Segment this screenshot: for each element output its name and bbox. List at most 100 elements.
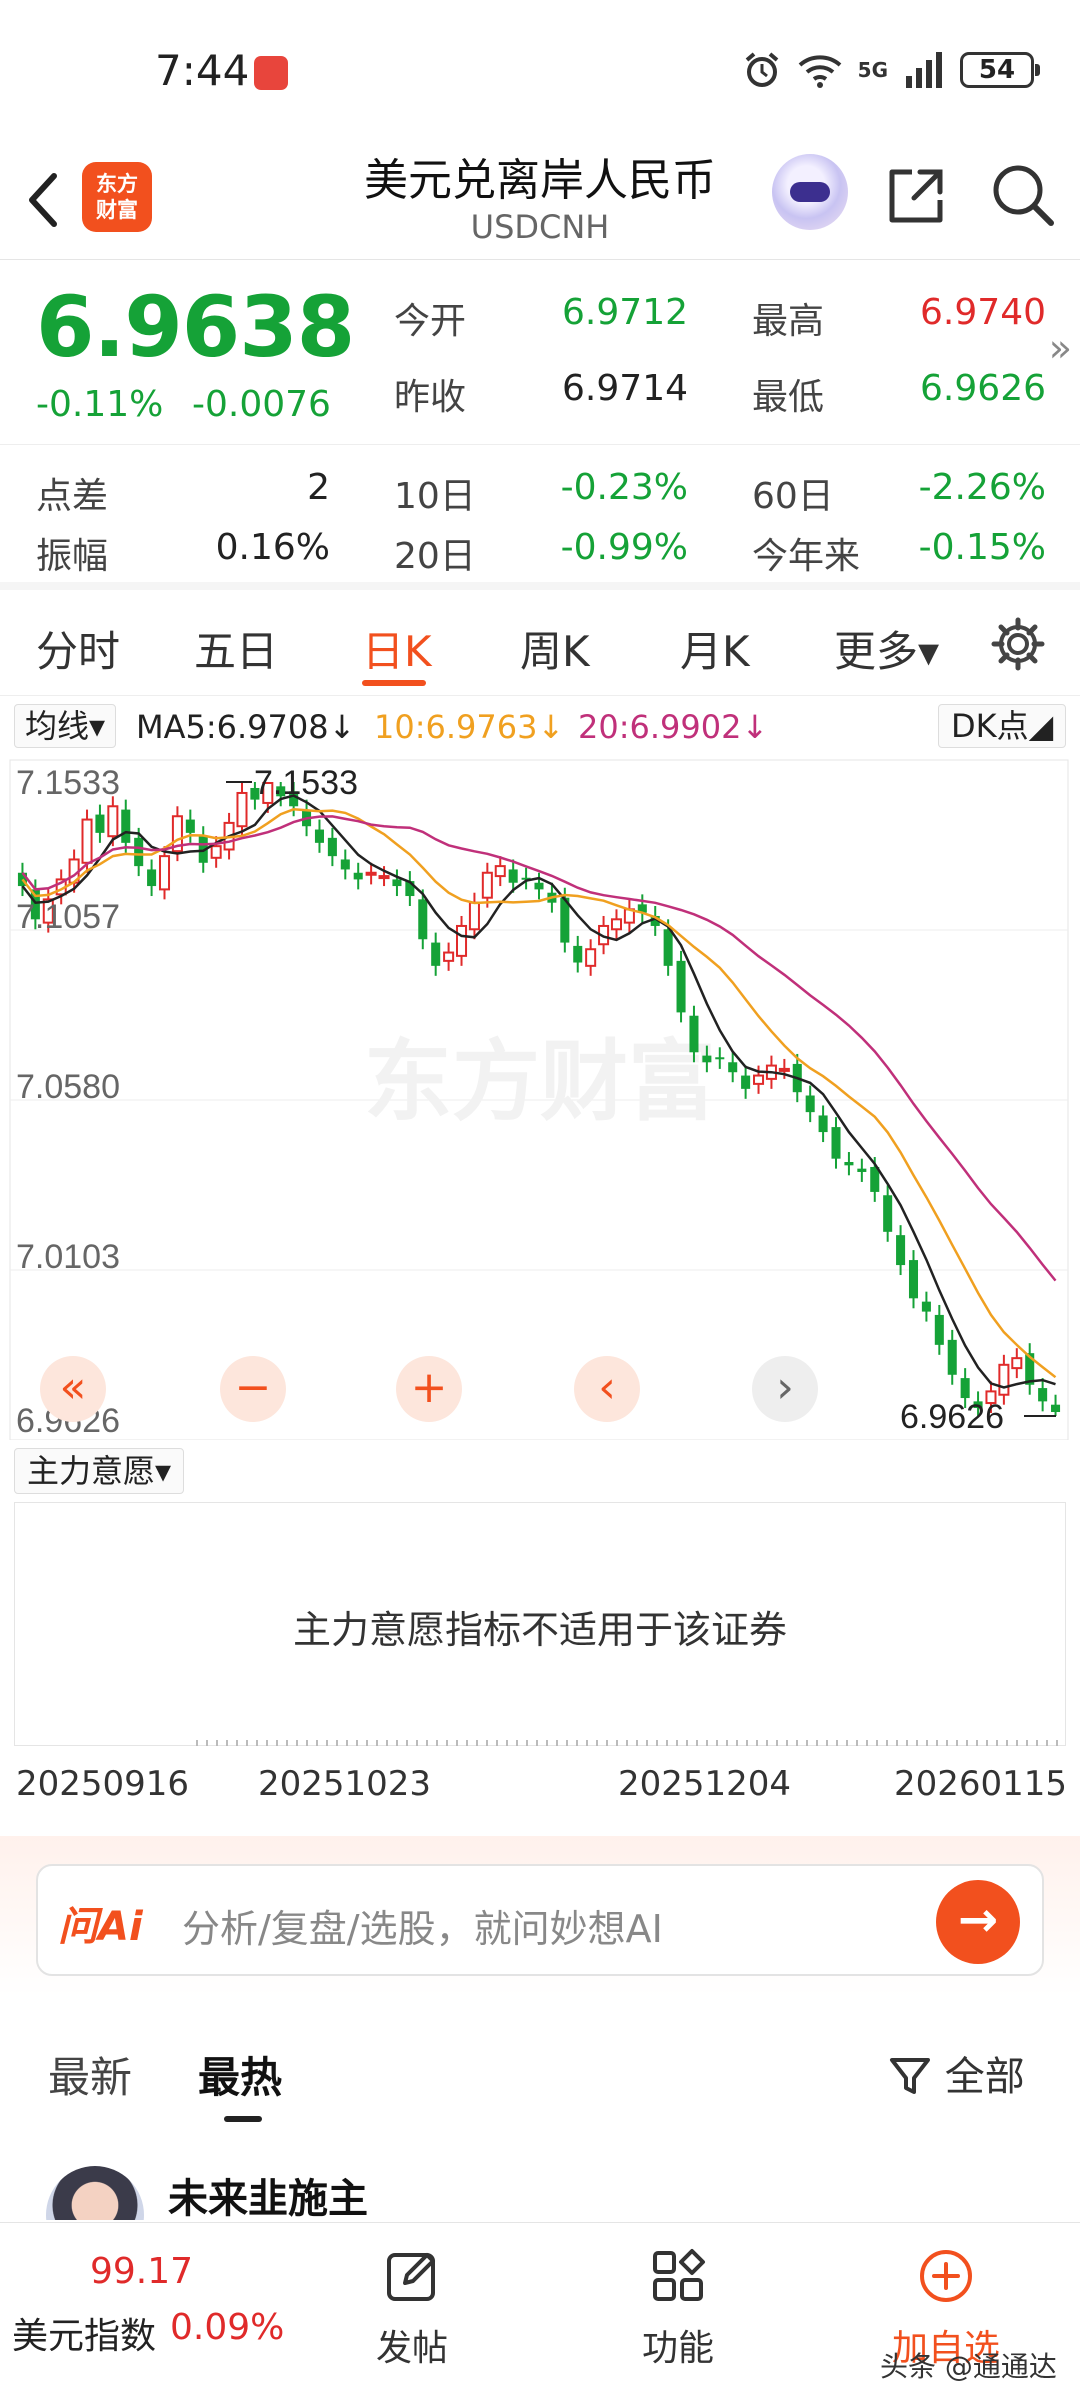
pan-left-button[interactable]: ‹ [574,1356,640,1422]
candle-body [365,871,377,876]
grid-icon [653,2249,705,2301]
candle-body [134,837,144,867]
arrow-right-icon[interactable]: → [936,1880,1020,1964]
candle-body [81,818,93,864]
network-type: 5G [857,58,888,82]
search-icon[interactable] [990,162,1056,228]
zoom-in-button[interactable]: + [396,1356,462,1422]
pan-right-button[interactable]: › [752,1356,818,1422]
tab-intraday[interactable]: 分时 [36,618,120,679]
candle-body [573,945,583,963]
zoom-out-button[interactable]: − [220,1356,286,1422]
open-value: 6.9712 [562,292,688,333]
candle-body [1011,1357,1023,1370]
y-tick-label: 7.0580 [16,1068,120,1106]
filter-label: 全部 [944,2054,1025,2100]
app-logo: 东方财富 [82,162,152,232]
double-chevron-right-icon[interactable]: » [1049,326,1072,370]
ai-assistant-icon[interactable] [772,154,848,230]
candle-body [121,809,131,843]
candle-body [340,859,350,870]
bottom-nav: 99.17 美元指数 0.09% 发帖 功能 加自选 头条 @通通达 [0,2222,1080,2400]
d60-label: 60日 [752,476,834,517]
candle-body [715,1057,725,1060]
open-label: 今开 [394,301,467,342]
dk-point-toggle[interactable]: DK点◢ [938,704,1067,748]
last-price: 6.9638 [36,278,355,376]
candle-body [908,1260,919,1299]
prev-close-label: 昨收 [394,377,467,418]
ai-zone: 问Ai 分析/复盘/选股，就问妙想AI → [0,1836,1080,1996]
huawei-notification-icon [254,56,288,90]
candle-body [210,845,222,859]
tab-more[interactable]: 更多▾ [834,618,939,679]
x-axis-ticks [196,1740,1066,1746]
nav-functions[interactable]: 功能 [598,2247,758,2371]
index-ticker[interactable]: 99.17 美元指数 0.09% [0,2223,290,2400]
post-preview[interactable]: 未来韭施主 [0,2140,1080,2220]
battery-icon: 54 [960,52,1040,88]
candle-body [921,1301,931,1312]
candle-body [663,929,673,966]
ma-selector[interactable]: 均线▾ [14,704,117,748]
candle-body [1038,1388,1048,1402]
candle-body [689,1015,699,1053]
candle-body [676,960,686,1013]
tab-hottest[interactable]: 最热 [198,2044,282,2105]
change-amount: -0.0076 [192,384,331,425]
indicator-panel: 主力意愿指标不适用于该证券 [14,1502,1066,1746]
edit-icon [387,2253,435,2301]
filter-button[interactable]: 全部 [888,2044,1025,2102]
candle-body [844,1162,854,1166]
d10-value: -0.23% [560,467,688,508]
tab-monthly-k[interactable]: 月K [680,618,750,679]
candle-body [947,1339,957,1375]
candle-body [1051,1404,1061,1413]
candle-body [960,1378,970,1399]
x-tick-label: 20251023 [258,1764,432,1804]
ai-search-placeholder: 分析/复盘/选股，就问妙想AI [182,1907,663,1951]
status-bar: 7:44 5G 54 [0,0,1080,140]
d20-label: 20日 [394,536,476,577]
candle-body [857,1168,867,1172]
change-percent: -0.11% [36,384,164,425]
back-arrow-icon[interactable] [20,170,68,230]
share-icon[interactable] [884,164,948,228]
y-tick-label: 7.1533 [16,764,120,802]
candle-body [455,924,468,957]
candle-body [508,869,518,883]
candle-body [896,1235,906,1266]
scroll-to-start-button[interactable]: « [40,1356,106,1422]
add-circle-icon [920,2250,972,2302]
nav-post[interactable]: 发帖 [332,2247,492,2371]
source-watermark: 头条 @通通达 [880,2350,1057,2383]
post-author[interactable]: 未来韭施主 [168,2166,368,2220]
chart-watermark: 东方财富 [364,1032,716,1131]
kline-chart[interactable]: 东方财富 7.1533 7.1057 7.0580 7.0103 6.9626 … [0,752,1080,1440]
x-tick-label: 20250916 [16,1764,190,1804]
prev-close-value: 6.9714 [562,368,688,409]
y-tick-label: 7.0103 [16,1238,120,1276]
gear-icon[interactable] [988,614,1048,674]
kline-svg: 东方财富 7.1533 7.1057 7.0580 7.0103 6.9626 … [9,759,1069,1440]
active-tab-indicator [362,680,426,686]
tab-latest[interactable]: 最新 [48,2044,132,2105]
tab-daily-k[interactable]: 日K [362,618,432,679]
symbol-code: USDCNH [470,208,610,246]
candle-body [741,1075,751,1089]
candle-body [431,942,441,966]
tab-weekly-k[interactable]: 周K [520,618,590,679]
candle-body [998,1363,1010,1396]
y-tick-label: 7.1057 [16,898,120,936]
high-label: 最高 [752,301,825,342]
indicator-selector[interactable]: 主力意愿▾ [14,1448,185,1494]
tab-five-day[interactable]: 五日 [194,618,278,679]
top-bar: 东方财富 美元兑离岸人民币 USDCNH [0,140,1080,260]
ma-legend: 均线▾ MA5:6.9708↓ 10:6.9763↓ 20:6.9902↓ DK… [0,700,1080,752]
avatar[interactable] [46,2166,144,2220]
wifi-icon [798,55,841,88]
spread-label: 点差 [36,476,109,517]
ai-search-box[interactable]: 问Ai 分析/复盘/选股，就问妙想AI → [36,1864,1044,1976]
index-name: 美元指数 [12,2316,157,2357]
min-price-label: 6.9626 [900,1398,1004,1436]
